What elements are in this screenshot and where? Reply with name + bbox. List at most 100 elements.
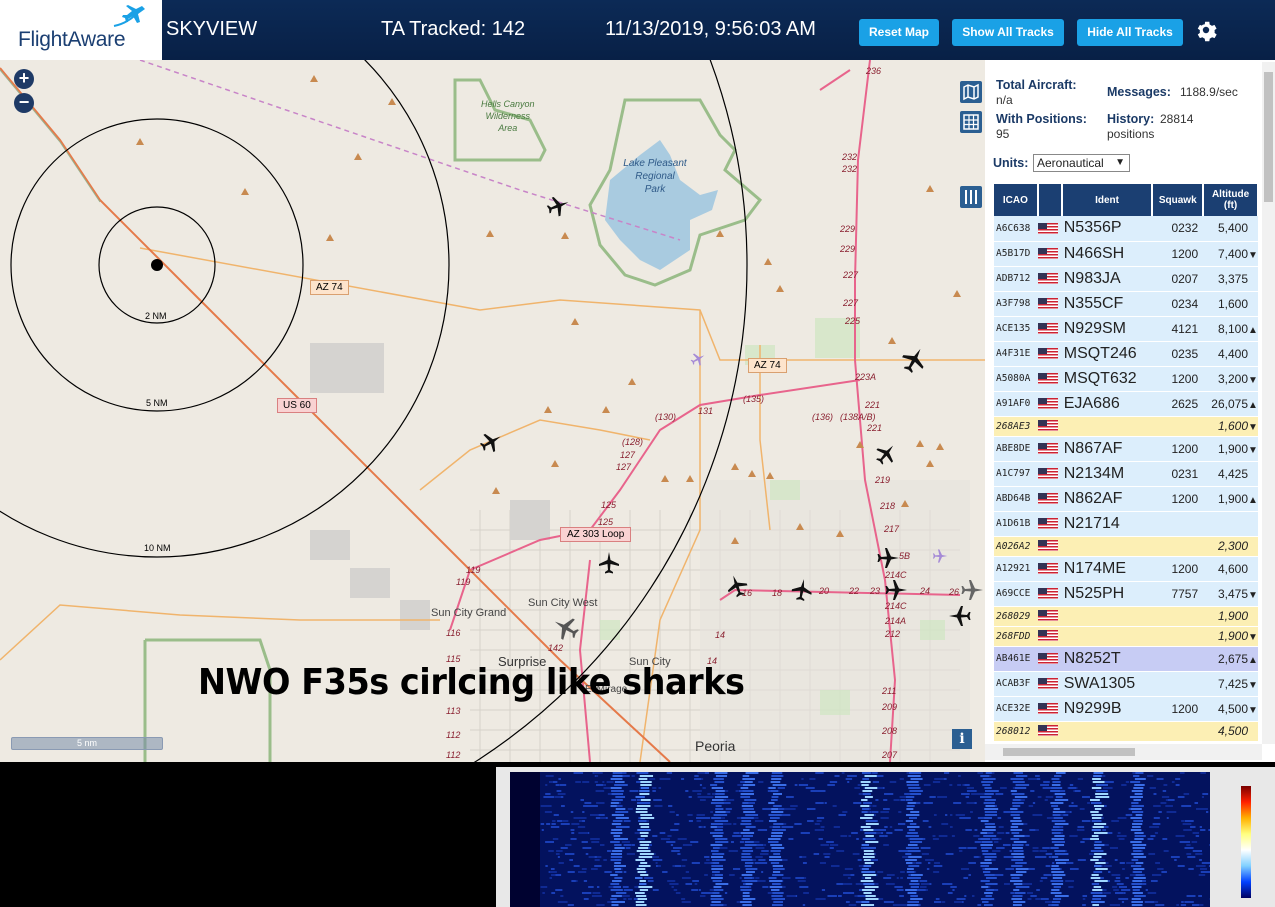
road-number: 18 bbox=[772, 588, 783, 598]
aircraft-icon[interactable] bbox=[876, 546, 900, 570]
altitude-value: 4,600 bbox=[1217, 561, 1248, 576]
icao-cell: A5080A bbox=[994, 366, 1038, 392]
table-row[interactable]: A5B17D N466SH 1200 7,400▼ bbox=[994, 241, 1258, 267]
column-header-icao[interactable]: ICAO bbox=[994, 184, 1039, 216]
reset-map-button[interactable]: Reset Map bbox=[859, 19, 939, 46]
grid-toggle-button[interactable] bbox=[960, 111, 982, 133]
icao-cell: AB461E bbox=[994, 646, 1038, 672]
table-row[interactable]: 268AE3 1,600▼ bbox=[994, 416, 1258, 437]
table-row[interactable]: ADB712 N983JA 0207 3,375 bbox=[994, 266, 1258, 292]
table-row[interactable]: ACAB3F SWA1305 7,425▼ bbox=[994, 671, 1258, 697]
table-row[interactable]: ABD64B N862AF 1200 1,900▲ bbox=[994, 486, 1258, 512]
table-row[interactable]: 268FDD 1,900▼ bbox=[994, 626, 1258, 647]
aircraft-icon[interactable] bbox=[948, 604, 972, 628]
altitude-cell: 4,400 bbox=[1203, 341, 1258, 367]
units-label: Units: bbox=[993, 156, 1029, 170]
us-flag-icon bbox=[1037, 562, 1058, 574]
table-row[interactable]: ABE8DE N867AF 1200 1,900▼ bbox=[994, 436, 1258, 462]
scrollbar-thumb[interactable] bbox=[1003, 748, 1135, 756]
table-row[interactable]: A1D61B N21714 bbox=[994, 511, 1258, 537]
scrollbar-thumb[interactable] bbox=[1264, 72, 1273, 202]
aircraft-icon[interactable] bbox=[597, 551, 621, 575]
flag-cell bbox=[1037, 341, 1062, 367]
altitude-cell: 1,600 bbox=[1203, 291, 1258, 317]
icao-cell: 268AE3 bbox=[994, 416, 1038, 437]
road-number: (138A/B) bbox=[840, 412, 876, 422]
road-number: 26 bbox=[949, 587, 960, 597]
table-row[interactable]: A4F31E MSQT246 0235 4,400 bbox=[994, 341, 1258, 367]
us-flag-icon bbox=[1037, 677, 1058, 689]
table-row[interactable]: A69CCE N525PH 7757 3,475▼ bbox=[994, 581, 1258, 607]
zoom-out-button[interactable]: − bbox=[14, 93, 34, 113]
ident-cell: SWA1305 bbox=[1061, 671, 1153, 697]
map-layers-button[interactable] bbox=[960, 81, 982, 103]
table-row[interactable]: 268029 1,900 bbox=[994, 606, 1258, 627]
altitude-cell: 1,900▼ bbox=[1203, 626, 1258, 647]
table-row[interactable]: ACE135 N929SM 4121 8,100▲ bbox=[994, 316, 1258, 342]
ident-cell bbox=[1061, 721, 1153, 742]
squawk-cell bbox=[1152, 721, 1204, 742]
flightaware-logo[interactable]: FlightAware bbox=[0, 0, 162, 60]
units-select[interactable]: Aeronautical ▼ bbox=[1033, 154, 1130, 172]
plane-icon bbox=[113, 5, 145, 27]
with-positions-label: With Positions: bbox=[996, 112, 1087, 126]
road-number: (136) bbox=[812, 412, 834, 422]
flag-cell bbox=[1037, 671, 1062, 697]
icao-cell: ACE32E bbox=[994, 696, 1038, 722]
table-row[interactable]: AB461E N8252T 2,675▲ bbox=[994, 646, 1258, 672]
road-number: 214C bbox=[885, 601, 907, 611]
airport-icon bbox=[933, 549, 948, 563]
road-number: 208 bbox=[882, 726, 898, 736]
road-number: 112 bbox=[446, 730, 461, 740]
show-all-tracks-button[interactable]: Show All Tracks bbox=[952, 19, 1064, 46]
squawk-cell: 4121 bbox=[1152, 316, 1204, 342]
hide-all-tracks-button[interactable]: Hide All Tracks bbox=[1077, 19, 1183, 46]
altitude-trend-icon: ▼ bbox=[1248, 374, 1258, 386]
column-header-ident[interactable]: Ident bbox=[1061, 184, 1154, 216]
info-button[interactable]: i bbox=[952, 729, 972, 749]
road-number: (130) bbox=[655, 412, 677, 422]
altitude-cell: 1,900▲ bbox=[1203, 486, 1258, 512]
columns-toggle-button[interactable] bbox=[960, 186, 982, 208]
table-row[interactable]: 268012 4,500 bbox=[994, 721, 1258, 742]
altitude-value: 1,900 bbox=[1217, 441, 1248, 456]
squawk-cell bbox=[1152, 646, 1204, 672]
horizontal-scrollbar[interactable] bbox=[985, 744, 1262, 760]
altitude-value: 4,400 bbox=[1217, 346, 1248, 361]
icao-cell: 268FDD bbox=[994, 626, 1038, 647]
squawk-cell: 1200 bbox=[1152, 486, 1204, 512]
vertical-scrollbar[interactable] bbox=[1262, 62, 1275, 744]
altitude-trend-icon: ▲ bbox=[1248, 324, 1258, 336]
road-number: 20 bbox=[819, 586, 830, 596]
altitude-value: 1,600 bbox=[1217, 419, 1248, 433]
table-row[interactable]: A6C638 N5356P 0232 5,400 bbox=[994, 216, 1258, 242]
table-row[interactable]: A026A2 2,300 bbox=[994, 536, 1258, 557]
aircraft-icon[interactable] bbox=[788, 576, 816, 604]
flag-cell bbox=[1037, 626, 1062, 647]
table-row[interactable]: ACE32E N9299B 1200 4,500▼ bbox=[994, 696, 1258, 722]
gear-icon[interactable] bbox=[1194, 18, 1218, 42]
ident-cell: EJA686 bbox=[1061, 391, 1153, 417]
flag-cell bbox=[1037, 266, 1062, 292]
table-row[interactable]: A91AF0 EJA686 2625 26,075▲ bbox=[994, 391, 1258, 417]
ident-cell: N9299B bbox=[1061, 696, 1153, 722]
road-number: 24 bbox=[920, 586, 931, 596]
column-header-altitude[interactable]: Altitude (ft) bbox=[1203, 184, 1259, 216]
map-view[interactable]: 2 NM 5 NM 10 NM Hells Canyon Wilderness Ar… bbox=[0, 60, 985, 762]
altitude-trend-icon: ▲ bbox=[1248, 494, 1258, 506]
table-row[interactable]: A3F798 N355CF 0234 1,600 bbox=[994, 291, 1258, 317]
table-row[interactable]: A5080A MSQT632 1200 3,200▼ bbox=[994, 366, 1258, 392]
zoom-in-button[interactable]: + bbox=[14, 69, 34, 89]
ident-cell bbox=[1061, 606, 1153, 627]
aircraft-icon[interactable] bbox=[884, 578, 908, 602]
road-number: 119 bbox=[466, 565, 481, 575]
chevron-down-icon: ▼ bbox=[1115, 157, 1125, 168]
column-header-flag[interactable] bbox=[1037, 184, 1063, 216]
altitude-value: 4,500 bbox=[1217, 701, 1248, 716]
road-number: 23 bbox=[870, 586, 881, 596]
column-header-squawk[interactable]: Squawk bbox=[1152, 184, 1205, 216]
table-row[interactable]: A12921 N174ME 1200 4,600 bbox=[994, 556, 1258, 582]
table-row[interactable]: A1C797 N2134M 0231 4,425 bbox=[994, 461, 1258, 487]
aircraft-icon[interactable] bbox=[960, 578, 984, 602]
ident-cell: MSQT632 bbox=[1061, 366, 1153, 392]
